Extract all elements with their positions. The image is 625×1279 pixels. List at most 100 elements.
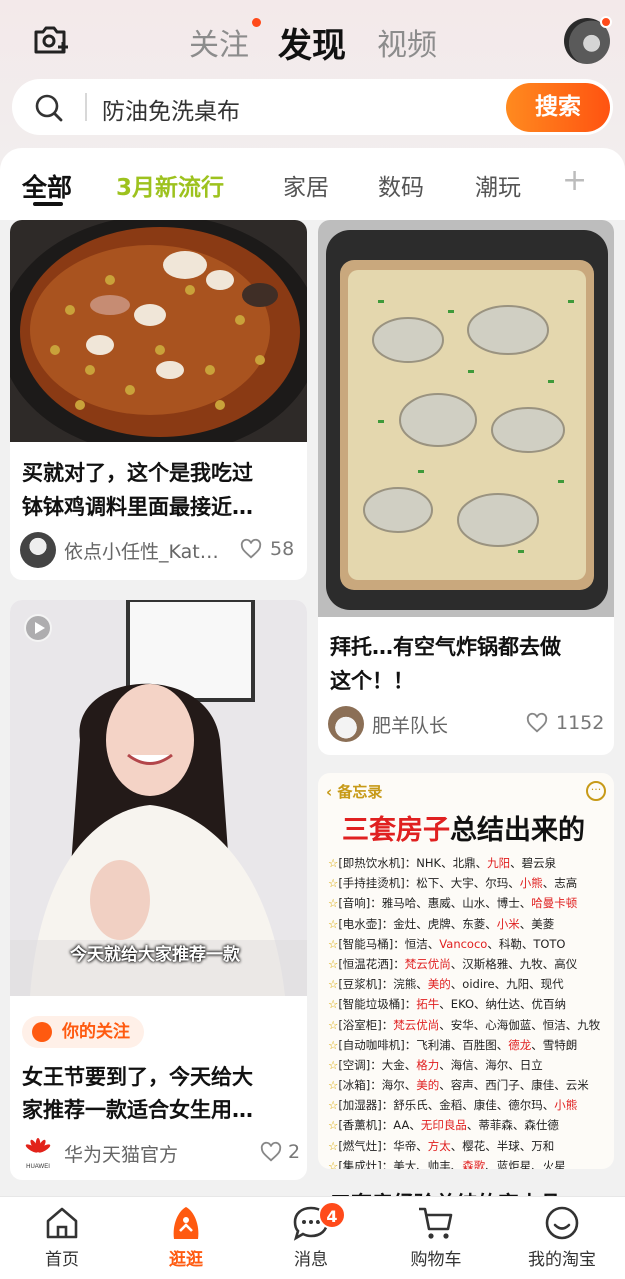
search-button[interactable]: 搜索: [506, 83, 610, 132]
memo-line-segment: 德龙: [508, 1037, 532, 1052]
star-icon: ☆: [328, 856, 339, 870]
star-icon: ☆: [328, 997, 339, 1012]
memo-line-segment: 、雪特朗: [531, 1037, 578, 1052]
card-title-line-2: 这个！！: [330, 669, 414, 693]
like-count: 58: [270, 538, 295, 560]
bottom-nav: 首页 逛逛 消息 4 购物车 我的淘宝: [0, 1196, 625, 1279]
card-image-video-woman: [10, 600, 307, 996]
memo-line-segment: [手持挂烫机]：松下、大宇、尔玛、: [338, 876, 520, 891]
nav-home[interactable]: 首页: [7, 1203, 117, 1279]
category-tabs: 全部 3月新流行 家居 数码 潮玩 +: [0, 148, 625, 220]
feed-card[interactable]: 拜托…有空气炸锅都去做 这个！！ 肥羊队长 1152: [318, 220, 614, 755]
category-march-trends[interactable]: 3月新流行: [116, 168, 224, 202]
star-icon: ☆: [328, 916, 339, 931]
nav-profile[interactable]: 我的淘宝: [507, 1203, 617, 1279]
search-icon: [35, 94, 63, 122]
card-meta: HUAWEI 华为天猫官方 2: [20, 1133, 300, 1173]
heart-icon[interactable]: [240, 538, 262, 560]
memo-line-segment: [自动咖啡机]：飞利浦、百胜图、: [338, 1037, 509, 1052]
memo-title-rest: 总结出来的: [450, 815, 585, 846]
memo-line-segment: 、蒂菲森、森仕德: [466, 1118, 559, 1133]
memo-line-segment: 美的: [427, 977, 451, 992]
heart-icon[interactable]: [260, 1141, 282, 1163]
card-image-spicy-pot: [10, 220, 307, 442]
memo-line: ☆[浴室柜]：梵云优尚、安华、心海伽蓝、恒洁、九牧: [328, 1015, 610, 1035]
notification-dot: [252, 18, 261, 27]
tab-discover[interactable]: 发现: [278, 18, 346, 67]
huawei-logo-text: HUAWEI: [26, 1164, 50, 1170]
author-avatar[interactable]: [20, 532, 56, 568]
memo-line: ☆[燃气灶]：华帝、方太、樱花、半球、万和: [328, 1136, 610, 1156]
more-icon: ···: [586, 781, 606, 801]
memo-line-segment: [电水壶]：金灶、虎牌、东菱、: [338, 916, 497, 931]
memo-line: ☆[音响]：雅马哈、惠威、山水、博士、哈曼卡顿: [328, 893, 610, 913]
feed-card-memo[interactable]: ‹ 备忘录 ··· 三套房子总结出来的 ☆[即热饮水机]：NHK、北鼎、九阳、碧…: [318, 773, 614, 1169]
memo-line: ☆[恒温花洒]：梵云优尚、汉斯格雅、九牧、高仪: [328, 954, 610, 974]
video-caption: 今天就给大家推荐一款: [70, 945, 240, 965]
card-title-line-1: 买就对了，这个是我吃过: [22, 461, 253, 485]
star-icon: ☆: [328, 1057, 339, 1072]
tab-video[interactable]: 视频: [377, 20, 437, 64]
heart-icon[interactable]: [526, 712, 548, 734]
memo-line-segment: [浴室柜]：: [338, 1017, 394, 1032]
add-category-icon[interactable]: +: [562, 163, 587, 198]
memo-line-segment: [香薰机]：AA、: [338, 1118, 421, 1133]
memo-line-segment: [恒温花洒]：: [338, 956, 405, 971]
memo-line-segment: 、oidire、九阳、现代: [450, 977, 564, 992]
memo-line: ☆[电水壶]：金灶、虎牌、东菱、小米、美菱: [328, 914, 610, 934]
memo-line-segment: 拓牛: [416, 997, 440, 1012]
nav-messages-label: 消息: [294, 1250, 328, 1270]
memo-line: ☆[手持挂烫机]：松下、大宇、尔玛、小熊、志高: [328, 873, 610, 893]
category-toys[interactable]: 潮玩: [475, 168, 521, 202]
memo-line: ☆[自动咖啡机]：飞利浦、百胜图、德龙、雪特朗: [328, 1035, 610, 1055]
search-bar[interactable]: 防油免洗桌布 搜索: [12, 79, 613, 135]
tab-follow-label: 关注: [189, 28, 249, 63]
user-avatar[interactable]: [564, 16, 612, 64]
author-name[interactable]: 依点小任性_Kat…: [64, 537, 219, 564]
memo-line-segment: 方太: [427, 1138, 451, 1153]
active-tab-underline: [33, 202, 63, 206]
home-icon: [46, 1207, 78, 1239]
author-name[interactable]: 肥羊队长: [372, 711, 448, 738]
person-icon: [32, 1022, 52, 1042]
memo-line-segment: 梵云优尚: [404, 956, 451, 971]
memo-line-segment: [音响]：雅马哈、惠威、山水、博士、: [338, 896, 532, 911]
category-all[interactable]: 全部: [22, 168, 72, 204]
memo-line-segment: 、樱花、半球、万和: [450, 1138, 555, 1153]
huawei-logo-icon[interactable]: HUAWEI: [20, 1135, 56, 1171]
memo-line-segment: 、蓝炬星、火星: [485, 1158, 566, 1169]
author-name[interactable]: 华为天猫官方: [64, 1140, 178, 1167]
star-icon: ☆: [328, 1118, 339, 1133]
memo-line-segment: [豆浆机]：浣熊、: [338, 977, 428, 992]
cart-icon: [419, 1207, 453, 1239]
memo-line-segment: 、志高: [542, 876, 578, 891]
tab-follow[interactable]: 关注: [189, 18, 261, 64]
star-icon: ☆: [328, 1098, 339, 1113]
nav-messages[interactable]: 消息 4: [256, 1201, 366, 1279]
memo-line: ☆[智能垃圾桶]：拓牛、EKO、纳仕达、优百纳: [328, 994, 610, 1014]
memo-line-segment: [冰箱]：海尔、: [338, 1078, 417, 1093]
search-divider: [85, 93, 87, 121]
following-badge-label: 你的关注: [62, 1022, 130, 1042]
category-home[interactable]: 家居: [283, 168, 329, 202]
author-avatar[interactable]: [328, 706, 364, 742]
star-icon: ☆: [328, 1158, 339, 1169]
search-input[interactable]: 防油免洗桌布: [102, 92, 240, 126]
nav-browse-label: 逛逛: [169, 1250, 203, 1270]
memo-line-segment: 、安华、心海伽蓝、恒洁、九牧: [439, 1017, 601, 1032]
memo-line-segment: 无印良品: [420, 1118, 467, 1133]
nav-cart[interactable]: 购物车: [381, 1203, 491, 1279]
memo-line: ☆[智能马桶]：恒洁、Vancoco、科勒、TOTO: [328, 934, 610, 954]
star-icon: ☆: [328, 1138, 339, 1153]
feed-card[interactable]: 买就对了，这个是我吃过 钵钵鸡调料里面最接近… 依点小任性_Kat… 58: [10, 220, 307, 580]
feed-card-video[interactable]: 今天就给大家推荐一款 你的关注 女王节要到了，今天给大 家推荐一款适合女生用… …: [10, 600, 307, 1180]
nav-browse[interactable]: 逛逛: [131, 1203, 241, 1279]
star-icon: ☆: [328, 956, 339, 971]
nav-cart-label: 购物车: [410, 1250, 462, 1270]
category-digital[interactable]: 数码: [378, 168, 424, 202]
like-count: 2: [288, 1141, 301, 1163]
nav-home-label: 首页: [45, 1250, 79, 1270]
message-count-badge: 4: [318, 1201, 346, 1229]
memo-line: ☆[加湿器]：舒乐氏、金稻、康佳、德尔玛、小熊: [328, 1095, 610, 1115]
play-icon[interactable]: [24, 614, 52, 642]
